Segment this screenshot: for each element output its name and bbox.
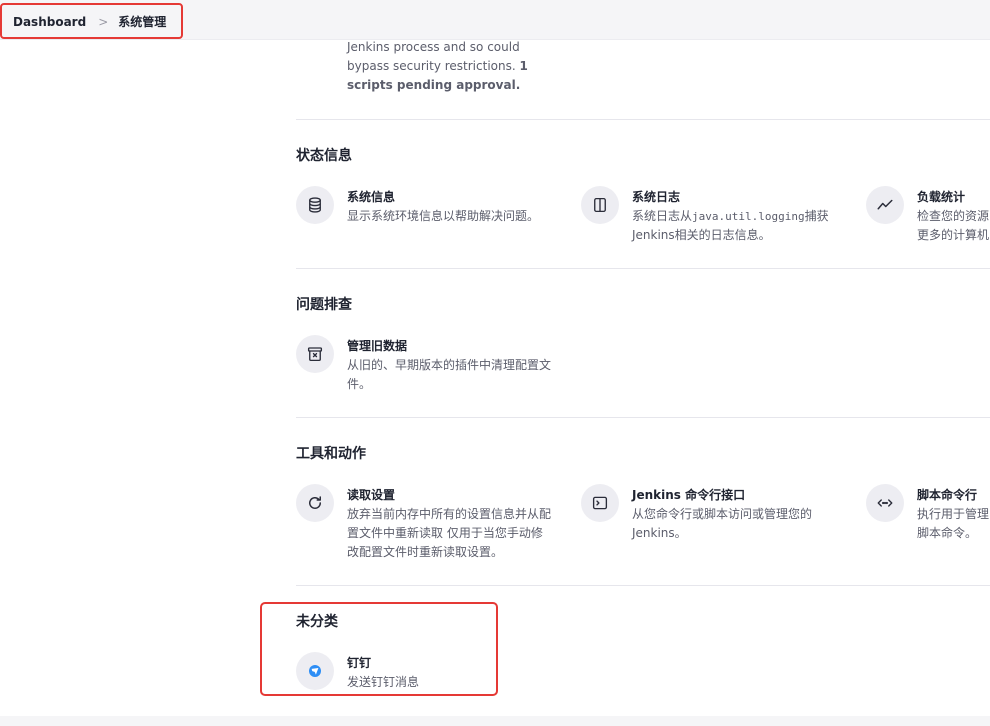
item-title: 管理旧数据 [347, 339, 408, 353]
section-title-troubleshooting: 问题排查 [296, 297, 352, 313]
item-title: 系统信息 [347, 190, 396, 204]
item-title: 系统日志 [632, 190, 681, 204]
manage-item-jenkins-cli[interactable]: Jenkins 命令行接口 从您命令行或脚本访问或管理您的 Jenkins。 [581, 484, 851, 542]
database-icon [296, 186, 334, 224]
uncategorized-highlight-box [260, 602, 498, 696]
page-bottom-strip [0, 716, 990, 726]
section-divider [296, 268, 990, 269]
section-divider [296, 119, 990, 120]
notice-line-3: scripts pending approval. [347, 78, 521, 92]
item-description: 显示系统环境信息以帮助解决问题。 [347, 209, 540, 223]
breadcrumb-highlight-box [0, 3, 183, 39]
manage-item-script-console[interactable]: 脚本命令行 执行用于管理 脚本命令。 [866, 484, 990, 542]
item-description: 检查您的资源 更多的计算机 [917, 209, 990, 242]
item-description: 从旧的、早期版本的插件中清理配置文 件。 [347, 358, 552, 391]
item-description: 系统日志从java.util.logging捕获 Jenkins相关的日志信息。 [632, 209, 829, 242]
manage-item-old-data[interactable]: 管理旧数据 从旧的、早期版本的插件中清理配置文 件。 [296, 335, 566, 393]
manage-item-reload-config[interactable]: 读取设置 放弃当前内存中所有的设置信息并从配 置文件中重新读取 仅用于当您手动修… [296, 484, 566, 562]
reload-icon [296, 484, 334, 522]
section-divider [296, 585, 990, 586]
log-panel-icon [581, 186, 619, 224]
item-description: 放弃当前内存中所有的设置信息并从配 置文件中重新读取 仅用于当您手动修 改配置文… [347, 507, 552, 559]
item-title: Jenkins 命令行接口 [632, 488, 746, 502]
item-description: 从您命令行或脚本访问或管理您的 Jenkins。 [632, 507, 813, 540]
manage-item-system-info[interactable]: 系统信息 显示系统环境信息以帮助解决问题。 [296, 186, 566, 234]
section-title-tools: 工具和动作 [296, 446, 366, 462]
notice-line-1: Jenkins process and so could [347, 40, 520, 54]
archive-x-icon [296, 335, 334, 373]
item-title: 脚本命令行 [917, 488, 978, 502]
section-divider [296, 417, 990, 418]
notice-line-2: bypass security restrictions. 1 [347, 59, 528, 73]
code-icon [866, 484, 904, 522]
trend-line-icon [866, 186, 904, 224]
script-approval-notice: Jenkins process and so could bypass secu… [347, 38, 547, 95]
manage-item-load-statistics[interactable]: 负载统计 检查您的资源 更多的计算机 [866, 186, 990, 244]
terminal-icon [581, 484, 619, 522]
item-title: 读取设置 [347, 488, 396, 502]
item-title: 负载统计 [917, 190, 966, 204]
manage-item-system-log[interactable]: 系统日志 系统日志从java.util.logging捕获 Jenkins相关的… [581, 186, 851, 244]
item-description: 执行用于管理 脚本命令。 [917, 507, 990, 540]
section-title-status: 状态信息 [296, 148, 352, 164]
